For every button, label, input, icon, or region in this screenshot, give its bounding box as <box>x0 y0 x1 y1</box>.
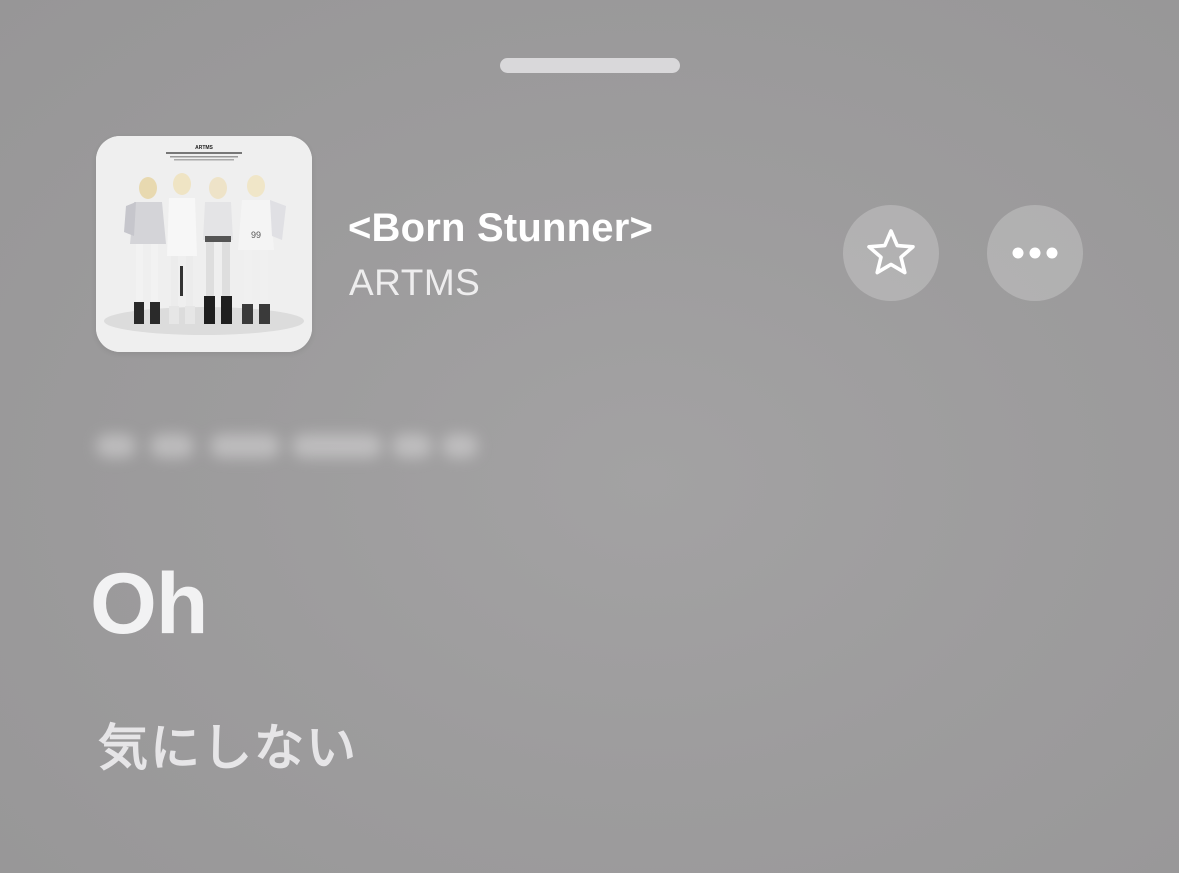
lyric-translation: 気にしない <box>98 720 358 776</box>
track-title[interactable]: <Born Stunner> <box>348 206 653 251</box>
star-outline-icon <box>867 229 915 275</box>
track-artist[interactable]: ARTMS <box>349 262 480 304</box>
artwork-image: ARTMS 99 <box>96 136 312 352</box>
svg-text:99: 99 <box>251 230 261 240</box>
ellipsis-icon <box>1012 247 1058 259</box>
more-options-button[interactable] <box>987 205 1083 301</box>
favorite-button[interactable] <box>843 205 939 301</box>
previous-lyric-line-blurred <box>92 420 492 470</box>
album-artwork[interactable]: ARTMS 99 <box>96 136 312 352</box>
artwork-logo-text: ARTMS <box>195 145 213 151</box>
sheet-grabber-handle[interactable] <box>500 58 680 73</box>
current-lyric-line[interactable]: Oh <box>90 555 208 654</box>
